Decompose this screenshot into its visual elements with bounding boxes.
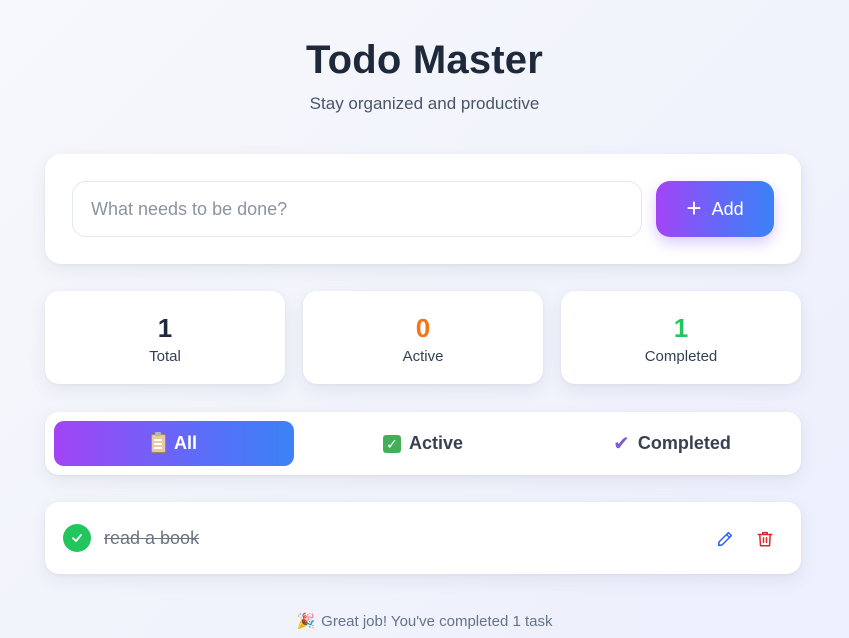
trash-icon bbox=[757, 531, 773, 547]
footer-message-text: Great job! You've completed 1 task bbox=[321, 613, 553, 630]
todo-app: Todo Master Stay organized and productiv… bbox=[0, 0, 849, 638]
checkmark-icon: ✔ bbox=[613, 432, 630, 455]
stat-total-value: 1 bbox=[157, 313, 173, 343]
tab-active-label: Active bbox=[408, 433, 464, 453]
add-todo-card: + Add bbox=[45, 154, 801, 264]
stat-completed-value: 1 bbox=[673, 313, 689, 343]
checkbox-icon: ✓ bbox=[382, 434, 401, 453]
footer-message: 🎉 Great job! You've completed 1 task bbox=[0, 612, 849, 630]
tab-all[interactable]: All bbox=[54, 421, 294, 466]
stat-total-card: 1 Total bbox=[45, 291, 285, 384]
page-subtitle: Stay organized and productive bbox=[309, 94, 540, 113]
todo-item: read a book bbox=[45, 502, 801, 574]
tab-completed-label: Completed bbox=[637, 433, 731, 453]
page-title: Todo Master bbox=[305, 38, 544, 82]
edit-button[interactable] bbox=[713, 527, 737, 551]
tab-active[interactable]: ✓ Active bbox=[303, 421, 543, 466]
stat-active-label: Active bbox=[402, 348, 444, 365]
add-button-label: Add bbox=[711, 198, 744, 219]
plus-icon: + bbox=[686, 193, 702, 223]
pencil-icon bbox=[717, 531, 733, 547]
stat-total-label: Total bbox=[149, 348, 181, 365]
stat-active-card: 0 Active bbox=[303, 291, 543, 384]
todo-complete-toggle[interactable] bbox=[63, 524, 91, 552]
tab-completed[interactable]: ✔ Completed bbox=[552, 421, 792, 466]
stat-completed-card: 1 Completed bbox=[561, 291, 801, 384]
todo-input[interactable] bbox=[72, 181, 642, 237]
delete-button[interactable] bbox=[753, 527, 777, 551]
check-icon bbox=[72, 534, 82, 542]
clipboard-icon bbox=[150, 432, 166, 453]
filter-tabs: All ✓ Active ✔ Completed bbox=[45, 412, 801, 475]
party-popper-icon: 🎉 bbox=[296, 612, 316, 630]
todo-text: read a book bbox=[104, 528, 200, 548]
stat-active-value: 0 bbox=[415, 313, 431, 343]
stat-completed-label: Completed bbox=[644, 348, 718, 365]
tab-all-label: All bbox=[173, 433, 197, 453]
add-button[interactable]: + Add bbox=[656, 181, 774, 237]
